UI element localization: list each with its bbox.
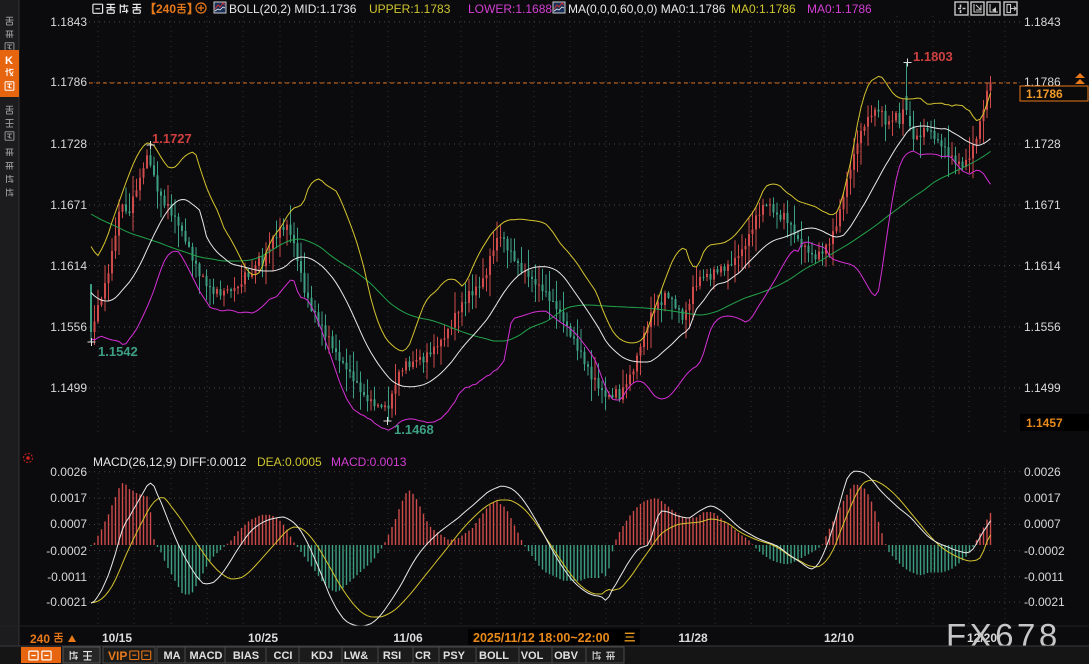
svg-text:RSI: RSI (383, 650, 401, 662)
svg-text:KDJ: KDJ (311, 650, 333, 662)
svg-text:1.1843: 1.1843 (1024, 15, 1061, 29)
svg-text:1.1499: 1.1499 (1024, 381, 1061, 395)
svg-text:UPPER:1.1783: UPPER:1.1783 (369, 2, 451, 16)
svg-text:BOLL: BOLL (479, 650, 509, 662)
svg-text:1.1614: 1.1614 (50, 259, 87, 273)
svg-text:0.0007: 0.0007 (50, 517, 87, 531)
svg-text:1.1468: 1.1468 (394, 422, 434, 437)
svg-text:10/15: 10/15 (102, 631, 132, 645)
svg-text:1.1728: 1.1728 (50, 137, 87, 151)
svg-text:2025/11/12 18:00~22:00: 2025/11/12 18:00~22:00 (473, 631, 610, 645)
svg-text:1.1803: 1.1803 (913, 49, 953, 64)
svg-text:DEA:0.0005: DEA:0.0005 (257, 455, 322, 469)
svg-text:-0.0021: -0.0021 (1024, 595, 1065, 609)
svg-text:K: K (5, 55, 13, 67)
svg-text:1.1614: 1.1614 (1024, 259, 1061, 273)
svg-text:0.0007: 0.0007 (1024, 517, 1061, 531)
svg-text:BOLL(20,2) MID:1.1736: BOLL(20,2) MID:1.1736 (229, 2, 357, 16)
svg-text:0.0017: 0.0017 (1024, 491, 1061, 505)
svg-text:MA: MA (163, 650, 180, 662)
svg-text:LW&: LW& (344, 650, 368, 662)
svg-text:1.1671: 1.1671 (1024, 198, 1061, 212)
svg-text:MA(0,0,0,60,0,0) MA0:1.1786: MA(0,0,0,60,0,0) MA0:1.1786 (568, 2, 726, 16)
svg-text:MACD(26,12,9) DIFF:0.0012: MACD(26,12,9) DIFF:0.0012 (93, 455, 247, 469)
svg-text:【240: 【240 (144, 1, 176, 16)
svg-text:MA0:1.1786: MA0:1.1786 (807, 2, 872, 16)
svg-text:CR: CR (415, 650, 431, 662)
svg-text:OBV: OBV (554, 650, 579, 662)
svg-text:240: 240 (30, 632, 50, 646)
svg-text:1.1671: 1.1671 (50, 198, 87, 212)
svg-text:CCI: CCI (274, 650, 293, 662)
svg-text:1.1457: 1.1457 (1026, 416, 1063, 430)
svg-text:1.1727: 1.1727 (152, 131, 192, 146)
svg-text:】: 】 (187, 1, 199, 16)
svg-text:1.1556: 1.1556 (50, 320, 87, 334)
svg-text:LOWER:1.1688: LOWER:1.1688 (468, 2, 552, 16)
svg-text:-0.0011: -0.0011 (47, 570, 87, 584)
svg-text:1.1843: 1.1843 (50, 15, 87, 29)
svg-text:-0.0002: -0.0002 (1024, 544, 1065, 558)
svg-text:MACD: MACD (190, 650, 223, 662)
svg-text:VOL: VOL (521, 650, 544, 662)
svg-text:11/28: 11/28 (678, 631, 708, 645)
svg-text:11/06: 11/06 (393, 631, 423, 645)
svg-text:BIAS: BIAS (233, 650, 259, 662)
svg-text:PSY: PSY (443, 650, 466, 662)
svg-text:1.1786: 1.1786 (50, 75, 87, 89)
svg-text:-0.0002: -0.0002 (46, 544, 87, 558)
svg-text:1.1728: 1.1728 (1024, 137, 1061, 151)
svg-text:0.0026: 0.0026 (50, 465, 87, 479)
svg-text:-0.0011: -0.0011 (1024, 570, 1064, 584)
svg-text:0.0017: 0.0017 (50, 491, 87, 505)
svg-text:12/10: 12/10 (824, 631, 854, 645)
svg-text:10/25: 10/25 (248, 631, 278, 645)
svg-text:1.1499: 1.1499 (50, 381, 87, 395)
svg-text:MA0:1.1786: MA0:1.1786 (731, 2, 796, 16)
svg-text:1.1786: 1.1786 (1026, 87, 1063, 101)
svg-text:VIP: VIP (108, 649, 127, 663)
svg-text:0.0026: 0.0026 (1024, 465, 1061, 479)
svg-text:MACD:0.0013: MACD:0.0013 (331, 455, 407, 469)
svg-text:1.1542: 1.1542 (98, 344, 138, 359)
svg-text:-0.0021: -0.0021 (46, 595, 87, 609)
svg-text:1.1556: 1.1556 (1024, 320, 1061, 334)
